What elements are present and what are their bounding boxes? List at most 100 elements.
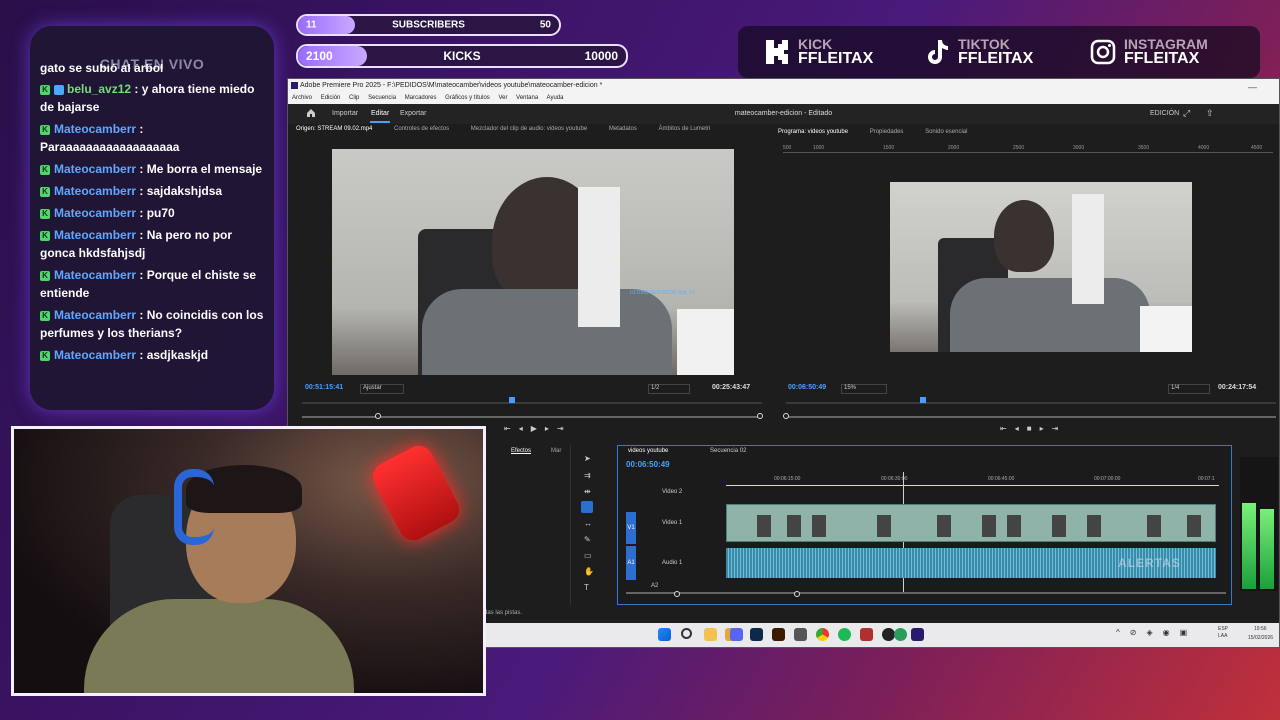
stop-icon[interactable]: ■ bbox=[1027, 424, 1040, 433]
source-playhead[interactable] bbox=[509, 397, 515, 403]
tab-program[interactable]: Programa: videos youtube bbox=[778, 129, 848, 135]
menu-archivo[interactable]: Archivo bbox=[292, 95, 312, 101]
chat-message-text: gato se subió al árbol bbox=[40, 64, 164, 75]
timeline-timecode[interactable]: 00:06:50:49 bbox=[626, 460, 670, 469]
chevron-up-icon[interactable]: ^ bbox=[1116, 628, 1130, 637]
instagram-logo-icon bbox=[1090, 39, 1116, 65]
slip-tool-icon[interactable]: ↔ bbox=[584, 519, 592, 528]
source-zoom-right-handle[interactable] bbox=[757, 413, 763, 419]
menu-graficos[interactable]: Gráficos y títulos bbox=[445, 95, 490, 101]
pen-tool-icon[interactable]: ✎ bbox=[584, 535, 591, 544]
program-zoom-bar[interactable] bbox=[786, 416, 1276, 418]
browser-icon[interactable] bbox=[894, 628, 907, 641]
tray-icon[interactable]: ◉ bbox=[1163, 628, 1180, 637]
prev-frame-icon[interactable]: ◂ bbox=[1015, 424, 1027, 433]
tab-properties[interactable]: Propiedades bbox=[870, 129, 904, 135]
tab-audio-mixer[interactable]: Mezclador del clip de audio: videos yout… bbox=[471, 126, 587, 132]
tab-effects[interactable]: Efectos bbox=[511, 448, 531, 454]
source-monitor-video[interactable]: ULTIMO SEGUIDOR mgt_19 bbox=[332, 149, 734, 375]
video-clip[interactable] bbox=[726, 504, 1216, 542]
source-timecode[interactable]: 00:51:15:41 bbox=[305, 384, 343, 391]
spotify-icon[interactable] bbox=[838, 628, 851, 641]
search-icon[interactable] bbox=[681, 628, 692, 639]
menu-marcadores[interactable]: Marcadores bbox=[405, 95, 437, 101]
share-icon[interactable]: ⇧ bbox=[1206, 108, 1214, 119]
keyboard-language[interactable]: ESP LAA bbox=[1218, 626, 1228, 640]
timeline-tabs: videos youtube Secuencia 02 bbox=[628, 448, 746, 454]
ripple-edit-tool-icon[interactable]: ⇹ bbox=[584, 487, 591, 496]
prev-frame-icon[interactable]: ◂ bbox=[519, 424, 531, 433]
source-zoom-left-handle[interactable] bbox=[375, 413, 381, 419]
step-forward-icon[interactable]: ⇥ bbox=[557, 424, 572, 433]
track-target-a2[interactable]: A2 bbox=[651, 583, 658, 589]
clip-thumbnail bbox=[787, 515, 801, 537]
chat-message: K Mateocamberr : Paraaaaaaaaaaaaaaaaaa bbox=[40, 120, 268, 156]
tab-metadata[interactable]: Metadatos bbox=[609, 126, 637, 132]
window-minimize-icon[interactable]: — bbox=[1248, 82, 1257, 92]
media-app-icon[interactable] bbox=[860, 628, 873, 641]
menu-ventana[interactable]: Ventana bbox=[516, 95, 538, 101]
menu-ayuda[interactable]: Ayuda bbox=[547, 95, 564, 101]
selection-tool-icon[interactable]: ➤ bbox=[584, 454, 591, 463]
chat-message: K Mateocamberr : Porque el chiste se enti… bbox=[40, 266, 268, 302]
program-monitor-video[interactable] bbox=[890, 182, 1192, 352]
source-scrubber[interactable] bbox=[302, 402, 762, 404]
chat-username: Mateocamberr bbox=[54, 348, 137, 362]
menu-ver[interactable]: Ver bbox=[498, 95, 507, 101]
step-forward-icon[interactable]: ⇥ bbox=[1052, 424, 1067, 433]
rectangle-tool-icon[interactable]: ▭ bbox=[584, 551, 592, 560]
premiere-taskbar-icon[interactable] bbox=[911, 628, 924, 641]
social-handle: FFLEITAX bbox=[958, 50, 1034, 67]
workspace-label[interactable]: EDICIÓN bbox=[1150, 110, 1179, 117]
kick-badge-icon: K bbox=[40, 310, 50, 321]
tab-markers[interactable]: Mar bbox=[551, 448, 561, 454]
step-back-icon[interactable]: ⇤ bbox=[1000, 424, 1015, 433]
hand-tool-icon[interactable]: ✋ bbox=[584, 567, 594, 576]
tab-lumetri[interactable]: Ámbitos de Lumetri bbox=[659, 126, 711, 132]
illustrator-icon[interactable] bbox=[772, 628, 785, 641]
type-tool-icon[interactable]: T bbox=[584, 583, 589, 592]
photoshop-icon[interactable] bbox=[750, 628, 763, 641]
program-playhead[interactable] bbox=[920, 397, 926, 403]
chrome-icon[interactable] bbox=[816, 628, 829, 641]
step-back-icon[interactable]: ⇤ bbox=[504, 424, 519, 433]
next-frame-icon[interactable]: ▸ bbox=[545, 424, 557, 433]
taskbar-time[interactable]: 19:56 bbox=[1254, 626, 1267, 632]
source-resolution-select[interactable]: 1/2 bbox=[648, 384, 690, 394]
tab-sequence-youtube[interactable]: videos youtube bbox=[628, 448, 668, 454]
track-select-tool-icon[interactable]: ⇉ bbox=[584, 471, 591, 480]
tray-icon[interactable]: ◈ bbox=[1146, 628, 1162, 637]
program-resolution-select[interactable]: 1/4 bbox=[1168, 384, 1210, 394]
track-target-a1[interactable]: A1 bbox=[626, 546, 636, 580]
network-icon[interactable]: ⊘ bbox=[1130, 628, 1147, 637]
tab-essential-sound[interactable]: Sonido esencial bbox=[925, 129, 967, 135]
source-zoom-bar[interactable] bbox=[302, 416, 762, 418]
tab-sequence-02[interactable]: Secuencia 02 bbox=[710, 448, 746, 454]
menu-clip[interactable]: Clip bbox=[349, 95, 359, 101]
next-frame-icon[interactable]: ▸ bbox=[1040, 424, 1052, 433]
menu-edicion[interactable]: Edición bbox=[321, 95, 341, 101]
tab-source[interactable]: Origen: STREAM 09.02.mp4 bbox=[296, 126, 372, 132]
play-icon[interactable]: ▶ bbox=[531, 424, 545, 433]
tab-effect-controls[interactable]: Controles de efectos bbox=[394, 126, 449, 132]
timeline-zoom-bar[interactable] bbox=[626, 592, 1226, 594]
tray-icon[interactable]: ▣ bbox=[1180, 628, 1198, 637]
program-zoom-left-handle[interactable] bbox=[783, 413, 789, 419]
windows-start-icon[interactable] bbox=[658, 628, 671, 641]
timeline-zoom-right-handle[interactable] bbox=[794, 591, 800, 597]
audio-meter-right bbox=[1260, 509, 1274, 589]
timeline-zoom-left-handle[interactable] bbox=[674, 591, 680, 597]
file-explorer-icon[interactable] bbox=[704, 628, 717, 641]
fullscreen-icon[interactable]: ⤢ bbox=[1183, 108, 1190, 119]
menu-secuencia[interactable]: Secuencia bbox=[368, 95, 396, 101]
track-target-v1[interactable]: V1 bbox=[626, 512, 636, 544]
program-scrubber[interactable] bbox=[786, 402, 1276, 404]
program-zoom-select[interactable]: 15% bbox=[841, 384, 887, 394]
source-fit-select[interactable]: Ajustar bbox=[360, 384, 404, 394]
taskbar-date[interactable]: 15/02/2026 bbox=[1248, 635, 1273, 641]
discord-icon[interactable] bbox=[730, 628, 743, 641]
audio-meter-left bbox=[1242, 503, 1256, 589]
program-timecode[interactable]: 00:06:50:49 bbox=[788, 384, 826, 391]
razor-tool-icon[interactable] bbox=[581, 501, 593, 513]
chat-app-icon[interactable] bbox=[794, 628, 807, 641]
